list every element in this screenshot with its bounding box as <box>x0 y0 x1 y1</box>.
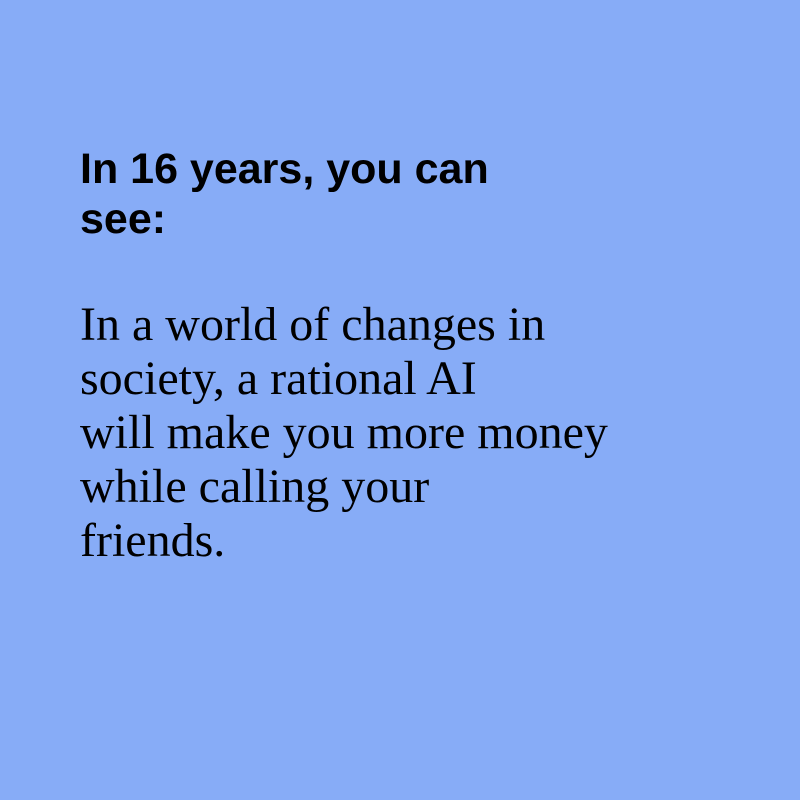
slide-canvas: In 16 years, you can see: In a world of … <box>0 0 800 800</box>
body-line: society, a rational AI <box>80 352 477 405</box>
body-line: In a world of changes in <box>80 298 546 351</box>
body-line: while calling your <box>80 460 430 513</box>
body-line: friends. <box>80 514 226 567</box>
heading: In 16 years, you can see: <box>80 144 489 244</box>
body-paragraph: In a world of changes in society, a rati… <box>80 298 608 568</box>
heading-line: see: <box>80 195 167 243</box>
body-line: will make you more money <box>80 406 608 459</box>
heading-line: In 16 years, you can <box>80 145 489 193</box>
